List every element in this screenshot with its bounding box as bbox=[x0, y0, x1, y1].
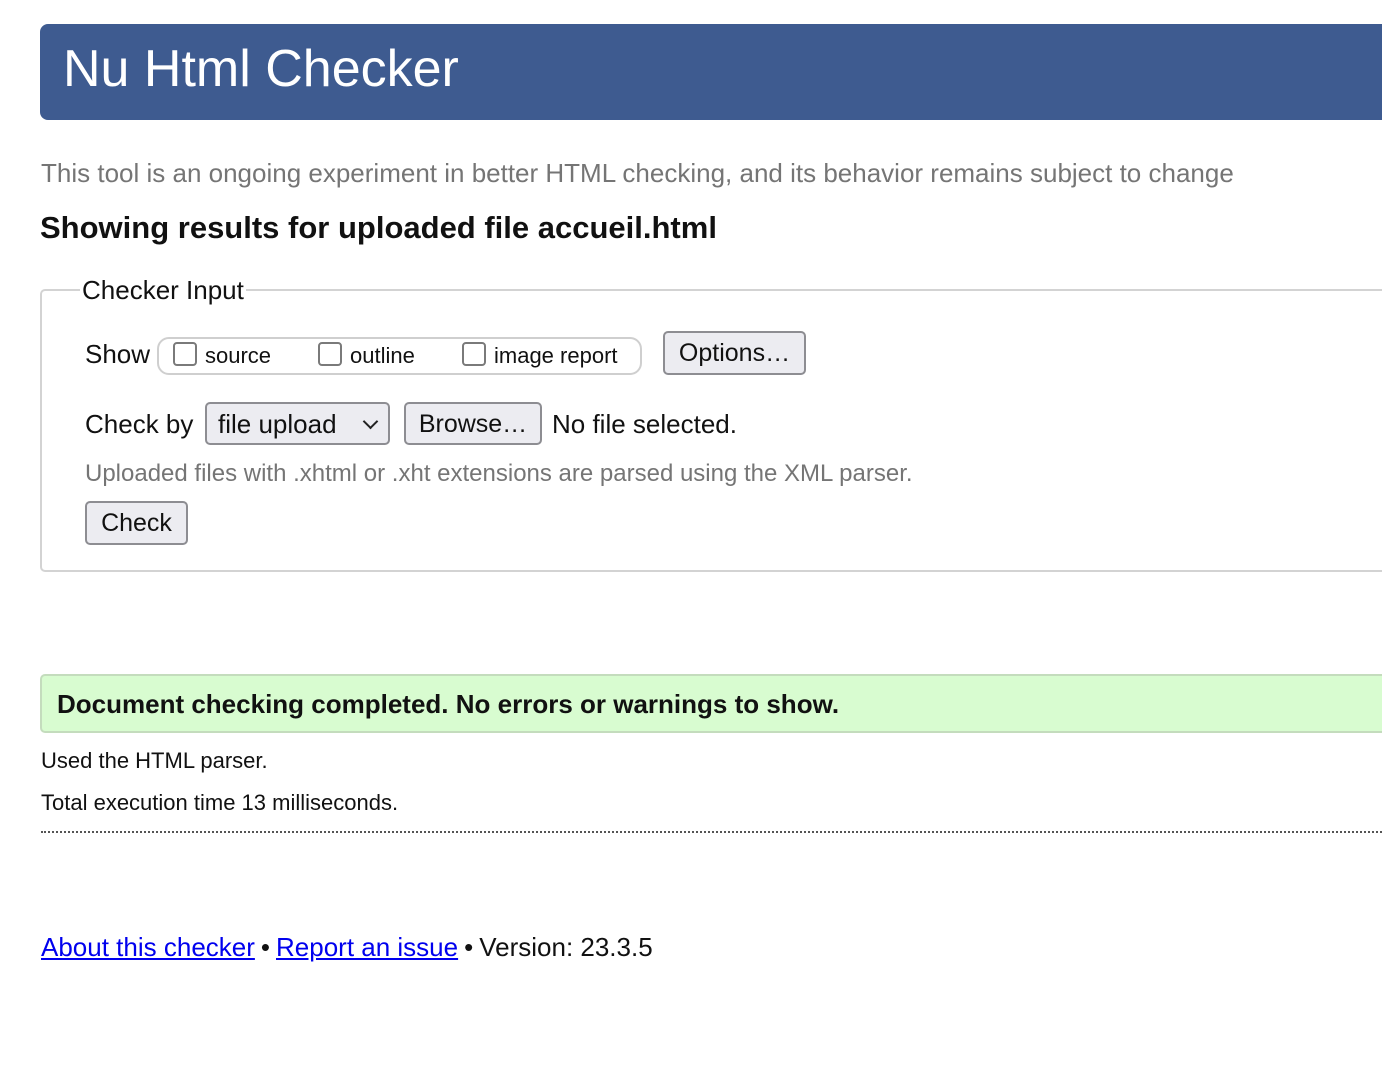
page-title: Nu Html Checker bbox=[63, 40, 459, 98]
tagline: This tool is an ongoing experiment in be… bbox=[41, 158, 1234, 188]
checker-input-legend: Checker Input bbox=[80, 274, 246, 306]
check-button[interactable]: Check bbox=[85, 501, 188, 545]
report-issue-link[interactable]: Report an issue bbox=[276, 932, 458, 962]
dotted-divider bbox=[41, 831, 1382, 833]
show-options-group: source outline image report bbox=[157, 337, 642, 375]
footer: About this checker • Report an issue • Versi… bbox=[41, 931, 653, 963]
footer-separator: • bbox=[260, 932, 270, 962]
parser-info: Used the HTML parser. bbox=[41, 748, 268, 773]
browse-button[interactable]: Browse… bbox=[404, 402, 542, 445]
outline-checkbox[interactable] bbox=[318, 342, 342, 366]
source-checkbox[interactable] bbox=[173, 342, 197, 366]
about-checker-link[interactable]: About this checker bbox=[41, 932, 255, 962]
success-message-box: Document checking completed. No errors o… bbox=[40, 674, 1382, 733]
success-message: Document checking completed. No errors o… bbox=[57, 689, 840, 719]
footer-separator: • bbox=[464, 932, 474, 962]
image-report-checkbox[interactable] bbox=[462, 342, 486, 366]
check-by-selected-value: file upload bbox=[218, 409, 337, 439]
execution-time: Total execution time 13 milliseconds. bbox=[41, 790, 399, 815]
image-report-checkbox-label[interactable]: image report bbox=[494, 341, 618, 371]
page-header: Nu Html Checker bbox=[40, 24, 1382, 120]
source-checkbox-label[interactable]: source bbox=[205, 341, 271, 371]
results-heading: Showing results for uploaded file accuei… bbox=[40, 210, 717, 245]
show-label: Show bbox=[85, 339, 151, 369]
page: Nu Html Checker This tool is an ongoing … bbox=[0, 0, 1382, 1090]
xml-parser-note: Uploaded files with .xhtml or .xht exten… bbox=[85, 460, 913, 487]
outline-checkbox-label[interactable]: outline bbox=[350, 341, 415, 371]
version-text: Version: 23.3.5 bbox=[479, 932, 653, 962]
check-by-select[interactable]: file upload bbox=[205, 402, 390, 445]
options-button[interactable]: Options… bbox=[663, 331, 806, 375]
chevron-down-icon bbox=[362, 413, 379, 430]
file-status: No file selected. bbox=[552, 409, 737, 439]
check-by-label: Check by bbox=[85, 409, 194, 439]
